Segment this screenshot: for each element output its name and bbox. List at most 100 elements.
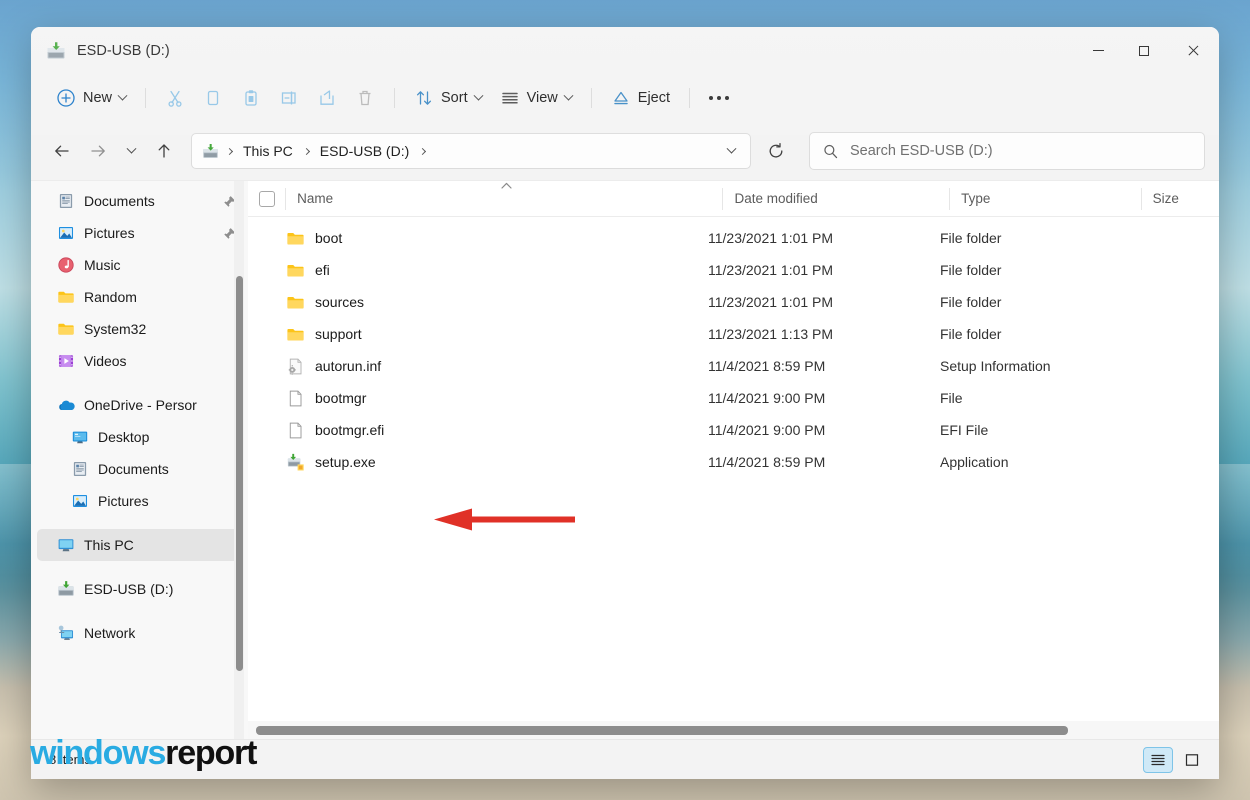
folder-icon bbox=[286, 229, 305, 248]
refresh-button[interactable] bbox=[759, 134, 793, 168]
column-header-type[interactable]: Type bbox=[949, 181, 1141, 217]
title-bar: ESD-USB (D:) bbox=[31, 27, 1219, 74]
column-header-date-modified[interactable]: Date modified bbox=[722, 181, 949, 217]
large-icons-view-button[interactable] bbox=[1177, 747, 1207, 773]
details-view-button[interactable] bbox=[1143, 747, 1173, 773]
file-name-label: support bbox=[315, 326, 362, 342]
rename-icon bbox=[279, 88, 299, 108]
videos-icon bbox=[57, 352, 75, 370]
table-row[interactable]: autorun.inf11/4/2021 8:59 PMSetup Inform… bbox=[248, 350, 1219, 382]
window-controls bbox=[1075, 27, 1219, 74]
file-type-cell: File folder bbox=[928, 262, 1124, 278]
view-toggle-group bbox=[1143, 747, 1207, 773]
table-row[interactable]: sources11/23/2021 1:01 PMFile folder bbox=[248, 286, 1219, 318]
ellipsis-icon bbox=[709, 96, 729, 100]
up-button[interactable] bbox=[147, 134, 181, 168]
sort-button-label: Sort bbox=[441, 90, 468, 106]
file-name-cell[interactable]: boot bbox=[248, 229, 696, 248]
sidebar-item-music[interactable]: Music bbox=[37, 249, 242, 281]
sidebar-item-system32[interactable]: System32 bbox=[37, 313, 242, 345]
file-name-cell[interactable]: bootmgr.efi bbox=[248, 421, 696, 440]
breadcrumb-item-this-pc[interactable]: This PC bbox=[237, 140, 299, 162]
navigation-list: DocumentsPicturesMusicRandomSystem32Vide… bbox=[31, 185, 248, 649]
paste-button[interactable] bbox=[232, 81, 270, 115]
navigation-group-gap bbox=[31, 605, 248, 617]
sidebar-item-label: This PC bbox=[84, 537, 134, 553]
file-type-cell: File folder bbox=[928, 230, 1124, 246]
folder-icon bbox=[286, 261, 305, 280]
sidebar-item-pictures[interactable]: Pictures bbox=[37, 485, 242, 517]
column-header-name[interactable]: Name bbox=[285, 181, 722, 217]
sidebar-item-videos[interactable]: Videos bbox=[37, 345, 242, 377]
eject-button[interactable]: Eject bbox=[602, 81, 679, 115]
eject-triangle-icon bbox=[611, 88, 631, 108]
sidebar-item-onedrive-persor[interactable]: OneDrive - Persor bbox=[37, 389, 242, 421]
sidebar-item-pictures[interactable]: Pictures bbox=[37, 217, 242, 249]
sidebar-item-label: Pictures bbox=[84, 225, 135, 241]
sort-button[interactable]: Sort bbox=[405, 81, 491, 115]
rename-button[interactable] bbox=[270, 81, 308, 115]
file-date-cell: 11/23/2021 1:13 PM bbox=[696, 326, 928, 342]
column-header-size[interactable]: Size bbox=[1141, 181, 1219, 217]
minimize-button[interactable] bbox=[1075, 27, 1121, 74]
recent-locations-button[interactable] bbox=[117, 134, 145, 168]
usb-drive-icon bbox=[202, 143, 219, 160]
sidebar-item-random[interactable]: Random bbox=[37, 281, 242, 313]
search-box[interactable] bbox=[809, 132, 1205, 170]
sidebar-item-documents[interactable]: Documents bbox=[37, 185, 242, 217]
breadcrumb-dropdown-button[interactable] bbox=[718, 136, 744, 166]
breadcrumb[interactable]: This PC ESD-USB (D:) bbox=[191, 133, 751, 169]
horizontal-scrollbar-thumb[interactable] bbox=[256, 726, 1068, 735]
select-all-header[interactable] bbox=[248, 181, 285, 217]
forward-button[interactable] bbox=[81, 134, 115, 168]
search-input[interactable] bbox=[850, 143, 1192, 159]
folder-icon bbox=[286, 325, 305, 344]
file-name-label: boot bbox=[315, 230, 342, 246]
file-type-cell: File folder bbox=[928, 294, 1124, 310]
view-button[interactable]: View bbox=[491, 81, 581, 115]
file-name-cell[interactable]: setup.exe bbox=[248, 453, 696, 472]
delete-button[interactable] bbox=[346, 81, 384, 115]
close-button[interactable] bbox=[1167, 27, 1219, 74]
table-row[interactable]: bootmgr.efi11/4/2021 9:00 PMEFI File bbox=[248, 414, 1219, 446]
plus-circle-icon bbox=[56, 88, 76, 108]
select-all-checkbox[interactable] bbox=[259, 191, 275, 207]
back-button[interactable] bbox=[45, 134, 79, 168]
navigation-group-gap bbox=[31, 561, 248, 573]
share-button[interactable] bbox=[308, 81, 346, 115]
generic-file-icon bbox=[286, 421, 305, 440]
file-date-cell: 11/4/2021 9:00 PM bbox=[696, 390, 928, 406]
file-name-cell[interactable]: support bbox=[248, 325, 696, 344]
chevron-down-icon bbox=[126, 143, 136, 153]
file-name-cell[interactable]: bootmgr bbox=[248, 389, 696, 408]
breadcrumb-item-esd-usb[interactable]: ESD-USB (D:) bbox=[314, 140, 415, 162]
sidebar-item-this-pc[interactable]: This PC bbox=[37, 529, 242, 561]
sidebar-item-desktop[interactable]: Desktop bbox=[37, 421, 242, 453]
table-row[interactable]: efi11/23/2021 1:01 PMFile folder bbox=[248, 254, 1219, 286]
table-row[interactable]: bootmgr 11/4/2021 9:00 PMFile bbox=[248, 382, 1219, 414]
file-name-label: efi bbox=[315, 262, 330, 278]
file-type-cell: File bbox=[928, 390, 1124, 406]
maximize-button[interactable] bbox=[1121, 27, 1167, 74]
more-options-button[interactable] bbox=[700, 81, 738, 115]
arrow-left-icon bbox=[53, 142, 71, 160]
file-name-cell[interactable]: efi bbox=[248, 261, 696, 280]
table-row[interactable]: support11/23/2021 1:13 PMFile folder bbox=[248, 318, 1219, 350]
new-button-label: New bbox=[83, 90, 112, 106]
sidebar-item-documents[interactable]: Documents bbox=[37, 453, 242, 485]
cut-button[interactable] bbox=[156, 81, 194, 115]
column-header-date-label: Date modified bbox=[734, 191, 817, 206]
sidebar-item-esd-usb-d[interactable]: ESD-USB (D:) bbox=[37, 573, 242, 605]
desktop-background: ESD-USB (D:) New bbox=[0, 0, 1250, 800]
sidebar-scrollbar-thumb[interactable] bbox=[236, 276, 243, 671]
pictures-icon bbox=[57, 224, 75, 242]
horizontal-scrollbar-track[interactable] bbox=[248, 721, 1219, 739]
table-row[interactable]: setup.exe11/4/2021 8:59 PMApplication bbox=[248, 446, 1219, 478]
file-name-cell[interactable]: autorun.inf bbox=[248, 357, 696, 376]
file-name-label: bootmgr bbox=[315, 390, 366, 406]
table-row[interactable]: boot11/23/2021 1:01 PMFile folder bbox=[248, 222, 1219, 254]
copy-button[interactable] bbox=[194, 81, 232, 115]
file-name-cell[interactable]: sources bbox=[248, 293, 696, 312]
sidebar-item-network[interactable]: Network bbox=[37, 617, 242, 649]
new-button[interactable]: New bbox=[47, 81, 135, 115]
